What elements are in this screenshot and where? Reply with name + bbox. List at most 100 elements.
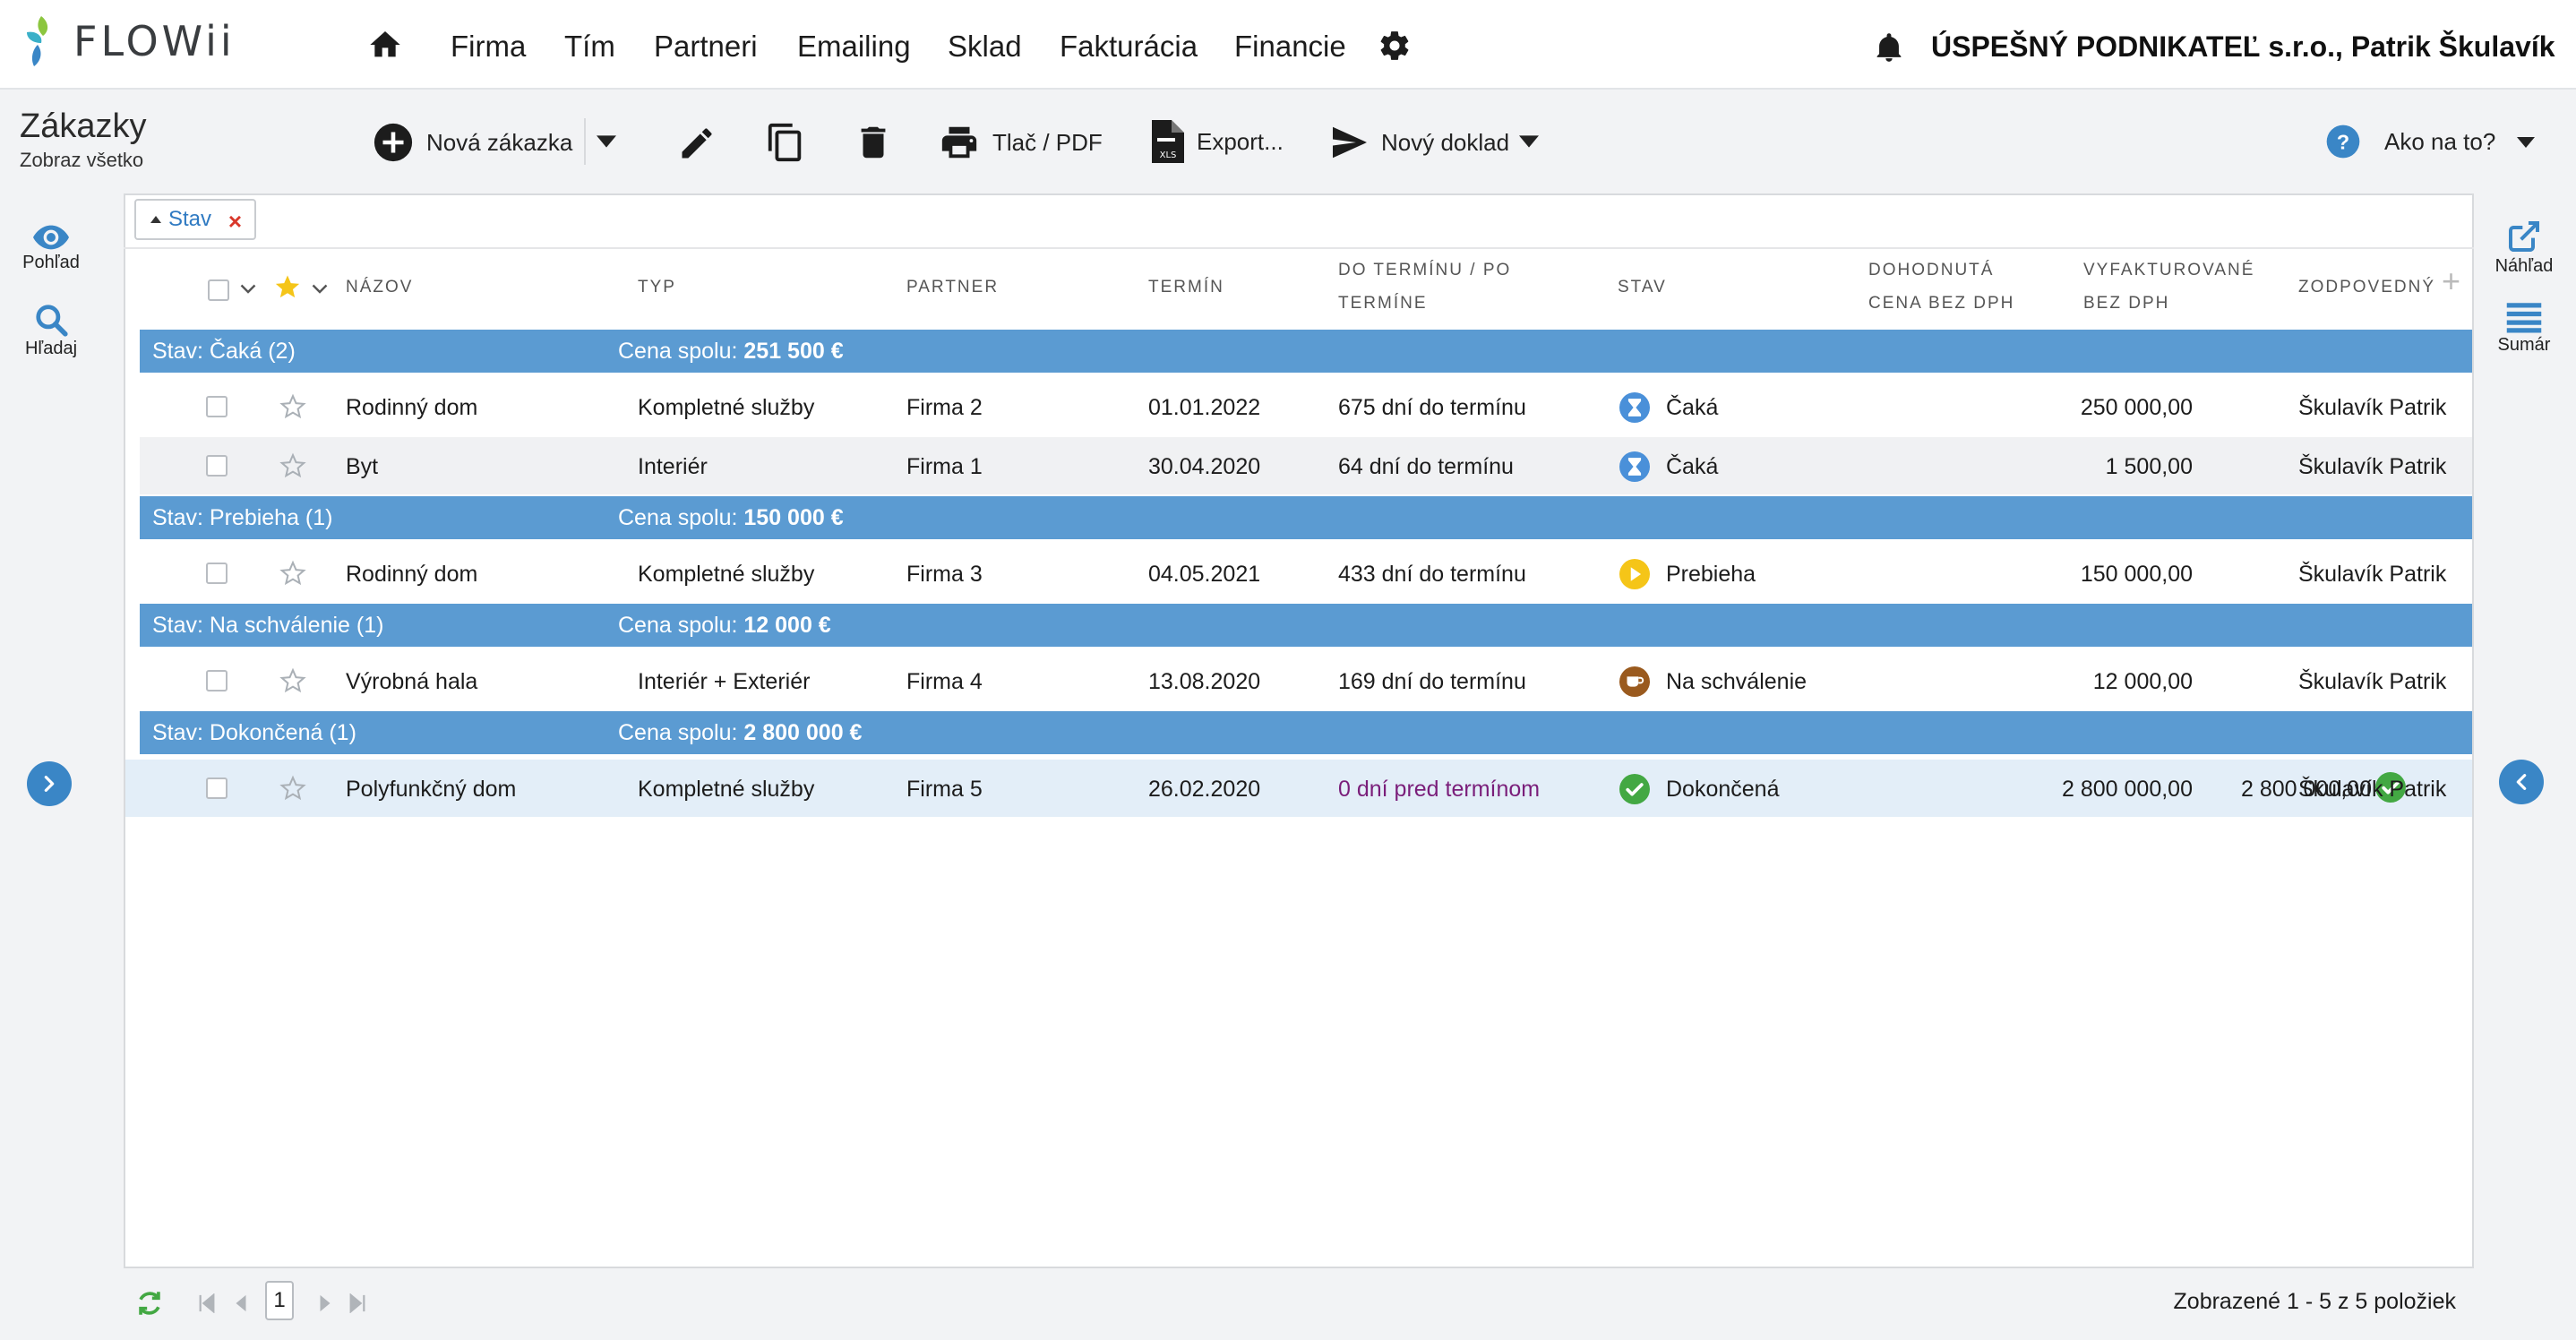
cell-deadline: 30.04.2020	[1148, 454, 1261, 479]
home-icon[interactable]	[367, 27, 403, 63]
summary-label: Sumár	[2497, 335, 2551, 355]
previous-page-icon[interactable]	[231, 1293, 251, 1313]
col-header-name[interactable]: NÁZOV	[346, 271, 413, 304]
next-page-icon[interactable]	[315, 1293, 335, 1313]
col-header-agreed-line1[interactable]: DOHODNUTÁ	[1868, 254, 1994, 287]
page-subtitle[interactable]: Zobraz všetko	[20, 149, 143, 172]
table-row[interactable]: Výrobná hala Interiér + Exteriér Firma 4…	[140, 652, 2472, 709]
col-header-invoiced-line1[interactable]: VYFAKTUROVANÉ	[2083, 254, 2254, 287]
favorite-star-icon[interactable]	[279, 560, 306, 587]
nav-financie[interactable]: Financie	[1234, 29, 1346, 64]
cell-owner: Škulavík Patrik	[2298, 395, 2447, 420]
cell-due: 675 dní do termínu	[1338, 395, 1526, 420]
cell-owner: Škulavík Patrik	[2298, 669, 2447, 694]
group-row-waiting[interactable]: Stav: Čaká (2) Cena spolu: 251 500 €	[140, 330, 2472, 373]
delete-button[interactable]	[853, 122, 894, 163]
view-label: Pohľad	[22, 253, 80, 272]
current-page-indicator[interactable]: 1	[265, 1281, 294, 1320]
company-user-menu[interactable]: ÚSPEŠNÝ PODNIKATEĽ s.r.o., Patrik Škulav…	[1931, 29, 2555, 64]
col-header-type[interactable]: TYP	[638, 271, 676, 304]
nav-tim[interactable]: Tím	[564, 29, 615, 64]
cell-type: Kompletné služby	[638, 395, 815, 420]
col-header-partner[interactable]: PARTNER	[906, 271, 999, 304]
flowii-logo[interactable]: FLOWii	[18, 13, 236, 70]
expand-left-panel-button[interactable]	[27, 761, 72, 806]
remove-filter-icon[interactable]: ×	[228, 208, 242, 236]
export-button[interactable]: XLS Export...	[1148, 120, 1284, 163]
nav-sklad[interactable]: Sklad	[948, 29, 1022, 64]
summary-button[interactable]: Sumár	[2481, 301, 2567, 356]
col-header-owner[interactable]: ZODPOVEDNÝ	[2298, 271, 2435, 304]
cell-deadline: 04.05.2021	[1148, 562, 1261, 587]
filter-chip-label: Stav	[168, 207, 212, 231]
new-document-dropdown-button[interactable]	[1519, 134, 1539, 149]
search-button[interactable]: Hľadaj	[0, 303, 102, 359]
favorite-star-icon[interactable]	[279, 393, 306, 420]
row-checkbox[interactable]	[206, 455, 228, 477]
nav-emailing[interactable]: Emailing	[797, 29, 911, 64]
coffee-cup-icon	[1619, 666, 1650, 697]
add-circle-icon	[374, 123, 413, 162]
col-header-deadline[interactable]: TERMÍN	[1148, 271, 1224, 304]
table-row[interactable]: Rodinný dom Kompletné služby Firma 2 01.…	[140, 378, 2472, 435]
cell-status: Čaká	[1666, 454, 1719, 479]
nav-fakturacia[interactable]: Fakturácia	[1060, 29, 1198, 64]
favorites-options-chevron-icon[interactable]	[312, 281, 328, 297]
refresh-icon[interactable]	[134, 1288, 165, 1319]
view-button[interactable]: Pohľad	[0, 224, 102, 273]
xls-file-icon: XLS	[1152, 120, 1184, 163]
group-row-done[interactable]: Stav: Dokončená (1) Cena spolu: 2 800 00…	[140, 711, 2472, 754]
collapse-right-panel-button[interactable]	[2499, 760, 2544, 804]
favorite-star-icon[interactable]	[279, 452, 306, 479]
table-row[interactable]: Rodinný dom Kompletné služby Firma 3 04.…	[140, 545, 2472, 602]
group-row-running[interactable]: Stav: Prebieha (1) Cena spolu: 150 000 €	[140, 496, 2472, 539]
col-header-due-line1[interactable]: DO TERMÍNU / PO	[1338, 254, 1511, 287]
cell-name: Byt	[346, 454, 379, 479]
group-filter-chip[interactable]: Stav ×	[134, 199, 256, 240]
preview-button[interactable]: Náhľad	[2481, 219, 2567, 277]
nav-partneri[interactable]: Partneri	[654, 29, 758, 64]
group-row-approval[interactable]: Stav: Na schválenie (1) Cena spolu: 12 0…	[140, 604, 2472, 647]
new-document-button[interactable]: Nový doklad	[1331, 125, 1509, 159]
row-checkbox[interactable]	[206, 670, 228, 691]
copy-button[interactable]	[765, 122, 806, 163]
settings-gear-icon[interactable]	[1378, 29, 1412, 63]
favorites-filter-icon[interactable]	[274, 273, 301, 300]
col-header-agreed-line2[interactable]: CENA BEZ DPH	[1868, 288, 2014, 320]
help-button[interactable]: ? Ako na to?	[2325, 124, 2495, 159]
cell-agreed-price: 1 500,00	[2105, 454, 2193, 479]
notification-bell-icon[interactable]	[1876, 32, 1902, 63]
new-order-button[interactable]: Nová zákazka	[373, 122, 572, 163]
new-order-dropdown-button[interactable]	[597, 134, 616, 149]
row-checkbox[interactable]	[206, 777, 228, 799]
col-header-invoiced-line2[interactable]: BEZ DPH	[2083, 288, 2169, 320]
top-navigation: FLOWii Firma Tím Partneri Emailing Sklad…	[0, 0, 2576, 90]
row-checkbox[interactable]	[206, 396, 228, 417]
col-header-due-line2[interactable]: TERMÍNE	[1338, 288, 1428, 320]
row-checkbox[interactable]	[206, 563, 228, 584]
print-pdf-button[interactable]: Tlač / PDF	[939, 122, 1103, 163]
select-all-checkbox[interactable]	[208, 279, 229, 301]
chevron-right-icon	[44, 776, 55, 792]
cell-agreed-price: 250 000,00	[2080, 395, 2193, 420]
edit-button[interactable]	[677, 124, 717, 163]
last-page-icon[interactable]	[348, 1293, 367, 1313]
logo-text: FLOWii	[73, 17, 236, 65]
hourglass-icon	[1619, 451, 1650, 482]
nav-firma[interactable]: Firma	[451, 29, 526, 64]
help-dropdown-button[interactable]	[2517, 136, 2535, 149]
favorite-star-icon[interactable]	[279, 775, 306, 802]
cell-due: 0 dní pred termínom	[1338, 777, 1541, 802]
cell-status: Na schválenie	[1666, 669, 1807, 694]
add-column-icon[interactable]: +	[2442, 265, 2460, 297]
select-options-chevron-icon[interactable]	[240, 281, 256, 297]
sort-asc-icon	[150, 216, 161, 223]
first-page-icon[interactable]	[197, 1293, 217, 1313]
table-row-selected[interactable]: Polyfunkčný dom Kompletné služby Firma 5…	[125, 760, 2472, 817]
favorite-star-icon[interactable]	[279, 667, 306, 694]
col-header-status[interactable]: STAV	[1618, 271, 1667, 304]
cell-owner: Škulavík Patrik	[2298, 777, 2447, 802]
table-row[interactable]: Byt Interiér Firma 1 30.04.2020 64 dní d…	[140, 437, 2472, 494]
caret-down-icon	[597, 135, 616, 148]
cell-name: Polyfunkčný dom	[346, 777, 517, 802]
